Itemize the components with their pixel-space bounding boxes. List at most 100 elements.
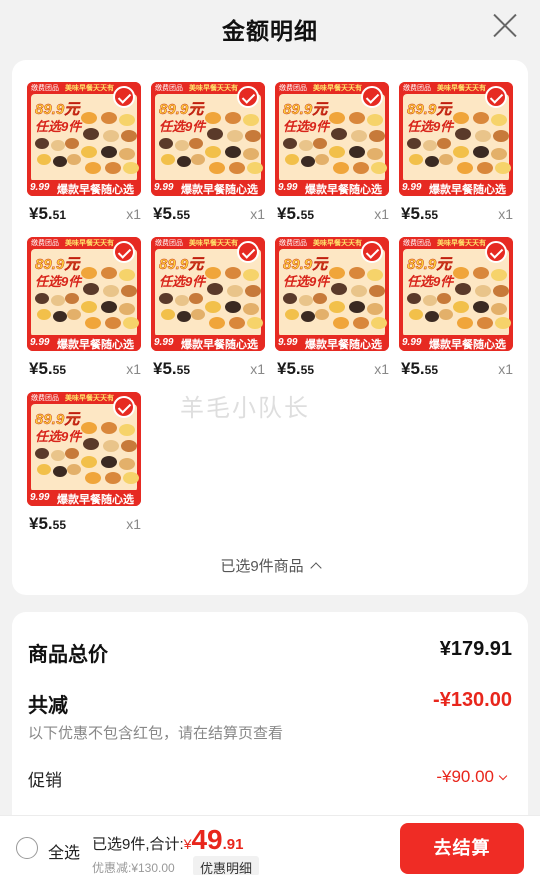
product-image[interactable]: 缴费团品 美味早餐天天有 89.9元 任选9件 9.99 爆款早餐随心选 bbox=[399, 237, 513, 351]
item-quantity: x1 bbox=[498, 206, 513, 222]
chevron-down-icon bbox=[498, 771, 508, 781]
food-illustration bbox=[407, 293, 453, 327]
product-item[interactable]: 缴费团品 美味早餐天天有 89.9元 任选9件 9.99 爆款早餐随心选 ¥5.… bbox=[27, 237, 141, 385]
product-pick-text: 任选9件 bbox=[407, 119, 454, 134]
item-quantity: x1 bbox=[374, 206, 389, 222]
product-slogan: 美味早餐天天有 bbox=[437, 85, 486, 92]
product-item[interactable]: 缴费团品 美味早餐天天有 89.9元 任选9件 9.99 爆款早餐随心选 ¥5.… bbox=[151, 237, 265, 385]
checkmark-icon[interactable] bbox=[485, 86, 507, 108]
product-image[interactable]: 缴费团品 美味早餐天天有 89.9元 任选9件 9.99 爆款早餐随心选 bbox=[151, 82, 265, 196]
product-bottom-text: 爆款早餐随心选 bbox=[57, 184, 134, 196]
item-quantity: x1 bbox=[250, 206, 265, 222]
item-price-dec: 55 bbox=[176, 363, 190, 377]
food-illustration bbox=[329, 112, 387, 174]
product-brand: 缴费团品 bbox=[155, 85, 183, 92]
product-slogan: 美味早餐天天有 bbox=[189, 240, 238, 247]
watermark: 羊毛小队长 bbox=[180, 395, 310, 422]
selected-summary-toggle[interactable]: 已选9件商品 bbox=[12, 555, 528, 576]
total-label: 商品总价 bbox=[28, 644, 108, 666]
close-icon[interactable] bbox=[492, 12, 518, 38]
checkmark-icon[interactable] bbox=[113, 241, 135, 263]
product-image[interactable]: 缴费团品 美味早餐天天有 89.9元 任选9件 9.99 爆款早餐随心选 bbox=[275, 237, 389, 351]
checkmark-icon[interactable] bbox=[113, 86, 135, 108]
product-bottom-text: 爆款早餐随心选 bbox=[305, 339, 382, 351]
sum-line: 已选9件,合计:¥49.91 bbox=[92, 824, 244, 856]
product-bottom-price: 9.99 bbox=[402, 182, 422, 193]
item-quantity: x1 bbox=[126, 361, 141, 377]
product-image-footer: 9.99 爆款早餐随心选 bbox=[399, 180, 513, 196]
select-all-radio[interactable] bbox=[16, 837, 38, 859]
product-brand: 缴费团品 bbox=[279, 85, 307, 92]
chevron-up-icon bbox=[310, 562, 322, 574]
product-image[interactable]: 缴费团品 美味早餐天天有 89.9元 任选9件 9.99 爆款早餐随心选 bbox=[27, 82, 141, 196]
promo-value: -¥90.00 bbox=[436, 767, 494, 786]
checkmark-icon[interactable] bbox=[361, 241, 383, 263]
item-price-int: ¥5. bbox=[277, 359, 301, 378]
item-price-dec: 55 bbox=[52, 363, 66, 377]
product-image[interactable]: 缴费团品 美味早餐天天有 89.9元 任选9件 9.99 爆款早餐随心选 bbox=[151, 237, 265, 351]
select-all-label[interactable]: 全选 bbox=[48, 839, 80, 863]
product-pick-text: 任选9件 bbox=[35, 119, 82, 134]
product-bottom-price: 9.99 bbox=[278, 182, 298, 193]
discount-note: 以下优惠不包含红包，请在结算页查看 bbox=[28, 725, 284, 742]
checkmark-icon[interactable] bbox=[237, 241, 259, 263]
product-pick-text: 任选9件 bbox=[283, 119, 330, 134]
product-image-footer: 9.99 爆款早餐随心选 bbox=[27, 335, 141, 351]
product-item[interactable]: 缴费团品 美味早餐天天有 89.9元 任选9件 9.99 爆款早餐随心选 ¥5.… bbox=[27, 392, 141, 540]
food-illustration bbox=[35, 293, 81, 327]
product-item[interactable]: 缴费团品 美味早餐天天有 89.9元 任选9件 9.99 爆款早餐随心选 ¥5.… bbox=[399, 237, 513, 385]
food-illustration bbox=[329, 267, 387, 329]
product-item[interactable]: 缴费团品 美味早餐天天有 89.9元 任选9件 9.99 爆款早餐随心选 ¥5.… bbox=[275, 82, 389, 230]
item-price: ¥5.55 bbox=[401, 359, 438, 379]
checkmark-icon[interactable] bbox=[485, 241, 507, 263]
item-price-dec: 55 bbox=[424, 363, 438, 377]
discount-row: 共减 -¥130.00 bbox=[28, 689, 512, 718]
item-price-dec: 51 bbox=[52, 208, 66, 222]
selected-summary-label: 已选9件商品 bbox=[220, 558, 304, 575]
checkout-button[interactable]: 去结算 bbox=[400, 823, 524, 874]
product-bottom-price: 9.99 bbox=[154, 182, 174, 193]
item-price: ¥5.55 bbox=[29, 514, 66, 534]
product-brand: 缴费团品 bbox=[155, 240, 183, 247]
product-item[interactable]: 缴费团品 美味早餐天天有 89.9元 任选9件 9.99 爆款早餐随心选 ¥5.… bbox=[399, 82, 513, 230]
sum-total-int: 49 bbox=[191, 824, 223, 855]
promo-row[interactable]: 促销 -¥90.00 bbox=[28, 766, 512, 791]
product-image[interactable]: 缴费团品 美味早餐天天有 89.9元 任选9件 9.99 爆款早餐随心选 bbox=[27, 392, 141, 506]
item-price-dec: 55 bbox=[300, 363, 314, 377]
product-item[interactable]: 缴费团品 美味早餐天天有 89.9元 任选9件 9.99 爆款早餐随心选 ¥5.… bbox=[151, 82, 265, 230]
product-item[interactable]: 缴费团品 美味早餐天天有 89.9元 任选9件 9.99 爆款早餐随心选 ¥5.… bbox=[27, 82, 141, 230]
food-illustration bbox=[35, 448, 81, 482]
checkmark-icon[interactable] bbox=[361, 86, 383, 108]
product-image[interactable]: 缴费团品 美味早餐天天有 89.9元 任选9件 9.99 爆款早餐随心选 bbox=[275, 82, 389, 196]
item-price-int: ¥5. bbox=[29, 514, 53, 533]
product-image[interactable]: 缴费团品 美味早餐天天有 89.9元 任选9件 9.99 爆款早餐随心选 bbox=[27, 237, 141, 351]
checkmark-icon[interactable] bbox=[237, 86, 259, 108]
discount-detail-button[interactable]: 优惠明细 bbox=[193, 856, 260, 875]
checkmark-icon[interactable] bbox=[113, 396, 135, 418]
product-bottom-text: 爆款早餐随心选 bbox=[57, 339, 134, 351]
sum-prefix: 已选9件,合计: bbox=[92, 836, 184, 853]
food-illustration bbox=[81, 422, 139, 484]
product-image[interactable]: 缴费团品 美味早餐天天有 89.9元 任选9件 9.99 爆款早餐随心选 bbox=[399, 82, 513, 196]
item-quantity: x1 bbox=[498, 361, 513, 377]
item-price: ¥5.55 bbox=[153, 359, 190, 379]
product-bottom-price: 9.99 bbox=[30, 492, 50, 503]
item-price-int: ¥5. bbox=[277, 204, 301, 223]
product-bottom-text: 爆款早餐随心选 bbox=[181, 184, 258, 196]
item-price-int: ¥5. bbox=[29, 204, 53, 223]
item-price-int: ¥5. bbox=[153, 359, 177, 378]
product-item[interactable]: 缴费团品 美味早餐天天有 89.9元 任选9件 9.99 爆款早餐随心选 ¥5.… bbox=[275, 237, 389, 385]
product-bottom-text: 爆款早餐随心选 bbox=[57, 494, 134, 506]
item-quantity: x1 bbox=[374, 361, 389, 377]
product-bottom-price: 9.99 bbox=[30, 337, 50, 348]
product-brand: 缴费团品 bbox=[279, 240, 307, 247]
product-pick-text: 任选9件 bbox=[159, 119, 206, 134]
product-slogan: 美味早餐天天有 bbox=[189, 85, 238, 92]
food-illustration bbox=[283, 138, 329, 172]
product-bottom-text: 爆款早餐随心选 bbox=[429, 339, 506, 351]
item-price-int: ¥5. bbox=[29, 359, 53, 378]
sum-total-dec: .91 bbox=[222, 836, 244, 853]
item-quantity: x1 bbox=[250, 361, 265, 377]
food-illustration bbox=[283, 293, 329, 327]
product-slogan: 美味早餐天天有 bbox=[65, 395, 114, 402]
